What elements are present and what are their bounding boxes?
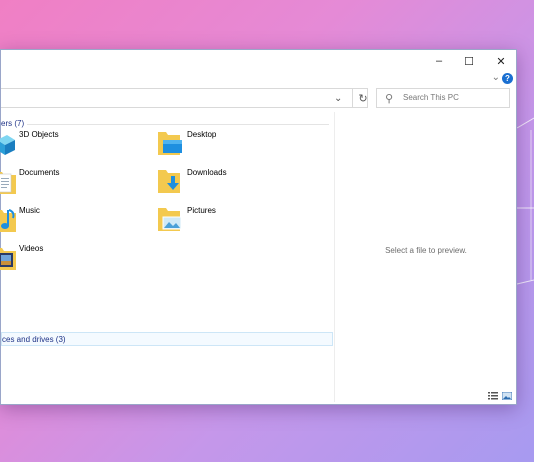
minimize-button[interactable]: – [423, 50, 455, 72]
view-switcher [488, 392, 512, 400]
close-button[interactable]: ✕ [485, 50, 517, 72]
preview-pane-divider[interactable] [334, 112, 335, 402]
pictures-folder-icon [158, 208, 182, 231]
tile-label: 3D Objects [19, 130, 59, 139]
search-box[interactable]: ⚲ Search This PC [376, 88, 510, 108]
file-list-pane: ers (7) 3D Objects Desktop Documents Dow… [0, 112, 334, 402]
folder-tile-music[interactable]: Music [0, 204, 143, 238]
tile-label: Desktop [187, 130, 217, 139]
address-dropdown-icon[interactable]: ⌄ [334, 93, 342, 104]
folders-group-header[interactable]: ers (7) [1, 119, 24, 128]
tile-label: Videos [19, 244, 44, 253]
documents-folder-icon [0, 172, 16, 194]
downloads-folder-icon [158, 170, 180, 193]
devices-drives-group-header[interactable]: ces and drives (3) [1, 332, 333, 346]
tile-label: Music [19, 206, 40, 215]
folder-tile-pictures[interactable]: Pictures [157, 204, 307, 238]
tile-label: Documents [19, 168, 60, 177]
folder-tile-desktop[interactable]: Desktop [157, 128, 307, 162]
music-folder-icon [0, 209, 16, 232]
folder-tile-3d-objects[interactable]: 3D Objects [0, 128, 143, 162]
refresh-button[interactable]: ↻ [352, 89, 373, 107]
large-icons-view-icon[interactable] [502, 392, 512, 400]
folder-tile-documents[interactable]: Documents [0, 166, 143, 200]
tile-label: Pictures [187, 206, 216, 215]
ribbon-expand-chevron-icon[interactable]: ⌄ [492, 72, 500, 83]
search-input[interactable]: Search This PC [403, 93, 459, 102]
address-bar[interactable]: ⌄ [1, 88, 368, 108]
videos-folder-icon [0, 248, 16, 270]
tile-label: Downloads [187, 168, 227, 177]
details-view-icon[interactable] [488, 392, 498, 400]
help-icon[interactable]: ? [502, 73, 513, 84]
preview-pane-message: Select a file to preview. [385, 246, 467, 255]
desktop-folder-icon [158, 132, 182, 155]
folder-tile-videos[interactable]: Videos [0, 242, 143, 276]
3d-objects-icon [0, 135, 15, 155]
ribbon-row: ⌄ ? [1, 72, 516, 88]
file-explorer-window: – ☐ ✕ ⌄ ? ⌄ ↻ ⚲ Search This PC ers (7) 3… [0, 49, 517, 405]
title-bar[interactable]: – ☐ ✕ [1, 50, 516, 72]
drives-group-label: ces and drives (3) [2, 335, 66, 344]
folder-tile-downloads[interactable]: Downloads [157, 166, 307, 200]
group-divider [27, 124, 329, 125]
search-icon: ⚲ [385, 93, 394, 105]
maximize-button[interactable]: ☐ [453, 50, 485, 72]
